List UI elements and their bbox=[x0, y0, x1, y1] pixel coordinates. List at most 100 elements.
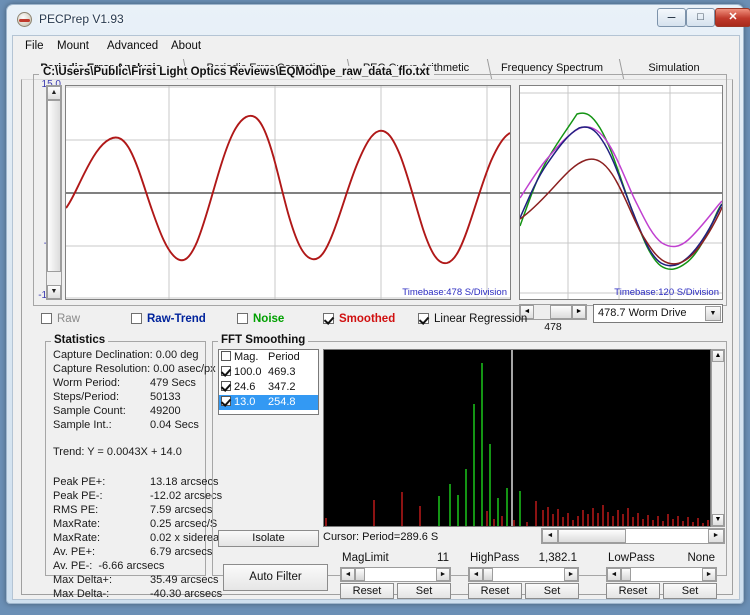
maglimit-set-button[interactable]: Set bbox=[397, 583, 451, 599]
checkbox-label: Linear Regression bbox=[434, 313, 528, 325]
spectrum-vertical-scrollbar[interactable]: ▲ ▼ bbox=[711, 349, 725, 527]
checkbox-label: Smoothed bbox=[339, 313, 396, 325]
stat-value: 50133 bbox=[150, 391, 181, 403]
slider-right-arrow-icon[interactable]: ► bbox=[702, 568, 716, 581]
slider-right-arrow-icon[interactable]: ► bbox=[436, 568, 450, 581]
zoom-chart[interactable]: Timebase:120 S/Division bbox=[519, 85, 723, 300]
column-header-period: Period bbox=[268, 351, 300, 363]
spectrum-horizontal-scrollbar[interactable]: ◄ ► bbox=[541, 528, 725, 544]
scroll-up-arrow-icon[interactable]: ▲ bbox=[712, 350, 724, 362]
cycle-2-trace bbox=[520, 126, 722, 248]
stat-steps-per-period: Steps/Period: 50133 bbox=[53, 391, 181, 403]
select-all-checkbox[interactable] bbox=[221, 351, 231, 361]
menu-about[interactable]: About bbox=[165, 39, 207, 53]
fft-smoothing-title: FFT Smoothing bbox=[218, 334, 309, 346]
highpass-reset-button[interactable]: Reset bbox=[468, 583, 522, 599]
lowpass-slider[interactable]: ◄ ► bbox=[606, 567, 717, 582]
slider-left-arrow-icon[interactable]: ◄ bbox=[469, 568, 483, 581]
lowpass-value: None bbox=[687, 552, 716, 564]
menu-file[interactable]: File bbox=[19, 39, 50, 53]
stat-av-pe-minus: Av. PE-: -6.66 arcsecs bbox=[53, 560, 164, 572]
checkbox-smoothed[interactable]: Smoothed bbox=[323, 313, 395, 329]
lowpass-reset-button[interactable]: Reset bbox=[606, 583, 660, 599]
slider-right-arrow-icon[interactable]: ► bbox=[564, 568, 578, 581]
app-logo-icon bbox=[17, 12, 32, 27]
scroll-down-arrow-icon[interactable]: ▼ bbox=[712, 514, 724, 526]
stat-value: 35.49 arcsecs bbox=[150, 574, 219, 586]
slider-thumb[interactable] bbox=[355, 568, 365, 581]
row-mag: 100.0 bbox=[234, 366, 262, 378]
cycle-3-trace bbox=[520, 126, 722, 267]
checkbox-raw-trend[interactable]: Raw-Trend bbox=[131, 313, 206, 329]
slider-left-arrow-icon[interactable]: ◄ bbox=[607, 568, 621, 581]
row-checkbox[interactable] bbox=[221, 396, 231, 406]
menu-bar: File Mount Advanced About bbox=[13, 36, 739, 56]
fft-list-item[interactable]: 24.6 347.2 bbox=[219, 380, 318, 395]
stat-key: Sample Int.: bbox=[53, 419, 112, 431]
checkbox-noise[interactable]: Noise bbox=[237, 313, 284, 329]
checkbox-linear-regression[interactable]: Linear Regression bbox=[418, 313, 527, 329]
checkbox-box[interactable] bbox=[237, 313, 248, 324]
stat-key: Av. PE+: bbox=[53, 546, 96, 558]
checkbox-raw[interactable]: Raw bbox=[41, 313, 80, 329]
scroll-left-arrow-icon[interactable]: ◄ bbox=[542, 529, 558, 543]
stat-capture-declination: Capture Declination: 0.00 deg bbox=[53, 349, 199, 361]
main-chart[interactable]: Timebase:478 S/Division bbox=[65, 85, 511, 300]
slider-thumb[interactable] bbox=[621, 568, 631, 581]
stat-sample-count: Sample Count: 49200 bbox=[53, 405, 181, 417]
column-header-mag: Mag. bbox=[234, 351, 259, 363]
checkbox-box[interactable] bbox=[131, 313, 142, 324]
stat-peak-pe-plus: Peak PE+: 13.18 arcsecs bbox=[53, 476, 218, 488]
checkbox-box[interactable] bbox=[41, 313, 52, 324]
highpass-slider[interactable]: ◄ ► bbox=[468, 567, 579, 582]
slider-left-arrow-icon[interactable]: ◄ bbox=[341, 568, 355, 581]
fft-list-item-selected[interactable]: 13.0 254.8 bbox=[219, 395, 318, 410]
slider-thumb[interactable] bbox=[483, 568, 493, 581]
lowpass-set-button[interactable]: Set bbox=[663, 583, 717, 599]
stat-value: 0.02 x sidereal bbox=[150, 532, 222, 544]
scroll-thumb[interactable] bbox=[47, 100, 61, 272]
scroll-up-arrow-icon[interactable]: ▲ bbox=[47, 86, 61, 100]
stat-key: MaxRate: bbox=[53, 532, 101, 544]
spectrum-cursor-readout: Cursor: Period=289.6 S bbox=[323, 531, 439, 543]
fft-list-header: Mag. Period bbox=[219, 350, 318, 365]
stat-key: Max Delta+: bbox=[53, 574, 112, 586]
checkbox-box[interactable] bbox=[323, 313, 334, 324]
stat-key: Capture Declination: 0.00 deg bbox=[53, 349, 199, 361]
main-chart-vertical-scrollbar[interactable]: ▲ ▼ bbox=[46, 85, 62, 300]
auto-filter-button[interactable]: Auto Filter bbox=[223, 564, 328, 591]
menu-advanced[interactable]: Advanced bbox=[101, 39, 164, 53]
row-mag: 13.0 bbox=[234, 396, 256, 408]
fft-list-item[interactable]: 100.0 469.3 bbox=[219, 365, 318, 380]
stat-value: 7.59 arcsecs bbox=[150, 504, 213, 516]
stat-value: -40.30 arcsecs bbox=[150, 588, 223, 600]
isolate-button[interactable]: Isolate bbox=[218, 530, 319, 547]
checkbox-label: Noise bbox=[253, 313, 285, 325]
fft-spectrum-plot[interactable] bbox=[323, 349, 711, 527]
scroll-thumb[interactable] bbox=[558, 529, 626, 543]
row-checkbox[interactable] bbox=[221, 381, 231, 391]
menu-mount[interactable]: Mount bbox=[51, 39, 95, 53]
scroll-down-arrow-icon[interactable]: ▼ bbox=[47, 285, 61, 299]
fft-harmonics-list[interactable]: Mag. Period 100.0 469.3 24.6 347.2 13.0 254.… bbox=[218, 349, 319, 415]
trace-visibility-checkboxes: Raw Raw-Trend Noise Smoothed Linear Regr… bbox=[33, 313, 727, 333]
stat-sample-interval: Sample Int.: 0.04 Secs bbox=[53, 419, 199, 431]
highpass-set-button[interactable]: Set bbox=[525, 583, 579, 599]
stat-key: MaxRate: bbox=[53, 518, 101, 530]
stat-key: Max Delta-: bbox=[53, 588, 110, 600]
maglimit-reset-button[interactable]: Reset bbox=[340, 583, 394, 599]
scroll-right-arrow-icon[interactable]: ► bbox=[708, 529, 724, 543]
maglimit-slider[interactable]: ◄ ► bbox=[340, 567, 451, 582]
stat-key: Peak PE+: bbox=[53, 476, 106, 488]
minimize-button[interactable]: – bbox=[657, 8, 686, 27]
maglimit-value: 11 bbox=[437, 552, 449, 564]
stat-value: 0.25 arcsec/S bbox=[150, 518, 218, 530]
checkbox-box[interactable] bbox=[418, 313, 429, 324]
highpass-filter: HighPass 1,382.1 ◄ ► Reset Set bbox=[466, 552, 581, 599]
close-button[interactable]: ✕ bbox=[715, 8, 750, 27]
maximize-button[interactable]: □ bbox=[686, 8, 715, 27]
row-checkbox[interactable] bbox=[221, 366, 231, 376]
main-chart-timebase-label: Timebase:478 S/Division bbox=[402, 287, 507, 298]
client-area: File Mount Advanced About Periodic Error… bbox=[12, 35, 740, 600]
row-period: 254.8 bbox=[268, 396, 296, 408]
